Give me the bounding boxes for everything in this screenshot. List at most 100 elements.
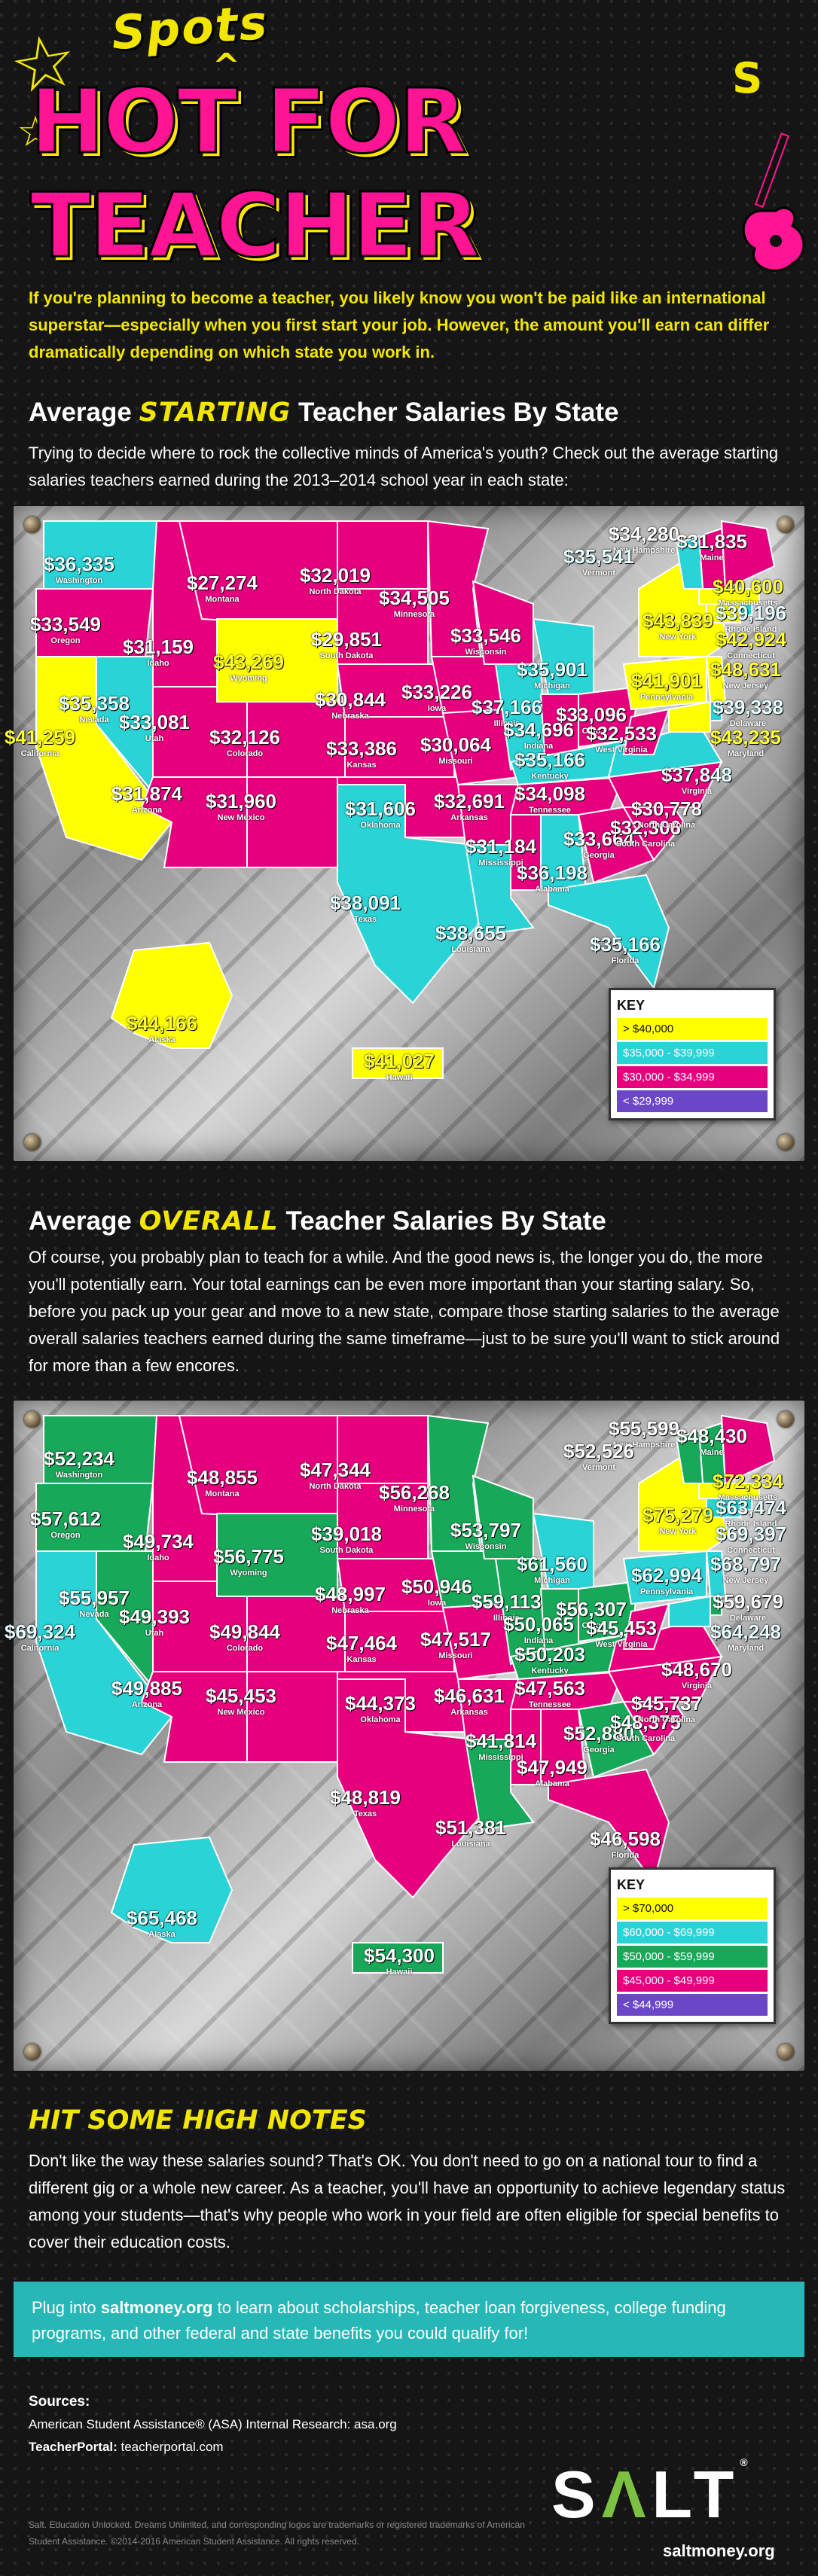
bolt-icon	[777, 2044, 794, 2060]
salary-value: $41,027	[364, 1050, 435, 1072]
state-label-arizona: $49,885 Arizona	[111, 1677, 182, 1709]
salary-value: $40,600	[713, 575, 783, 598]
state-name: Louisiana	[451, 945, 490, 954]
salary-value: $45,737	[631, 1692, 702, 1715]
state-label-vermont: $35,541 Vermont	[563, 545, 634, 578]
overall-text: Of course, you probably plan to teach fo…	[29, 1248, 780, 1375]
state-name: New York	[659, 633, 697, 642]
state-label-connecticut: $69,397 Connecticut	[716, 1523, 786, 1555]
starting-title-c: Teacher Salaries By State	[291, 398, 619, 427]
salary-value: $43,839	[642, 609, 713, 632]
state-label-california: $41,259 California	[5, 726, 75, 758]
state-label-wisconsin: $53,797 Wisconsin	[450, 1519, 521, 1551]
salary-value: $46,631	[434, 1684, 505, 1707]
salary-value: $72,334	[713, 1470, 783, 1492]
state-name: Washington	[55, 1471, 103, 1480]
salt-logo: SΛLT®	[551, 2456, 748, 2533]
salary-value: $31,184	[465, 835, 536, 858]
salary-value: $43,235	[710, 726, 781, 748]
state-name: West Virginia	[595, 1640, 648, 1649]
state-name: Oklahoma	[360, 1715, 401, 1724]
state-label-pennsylvania: $62,994 Pennsylvania	[631, 1564, 702, 1596]
salary-value: $29,851	[311, 628, 382, 651]
salary-value: $69,397	[716, 1523, 786, 1545]
state-label-west-virginia: $45,453 West Virginia	[586, 1617, 657, 1649]
source-teacherportal-label: TeacherPortal:	[29, 2440, 118, 2454]
salary-value: $47,949	[517, 1756, 588, 1779]
key-title: KEY	[617, 998, 646, 1013]
page-title: HOT FOR TEACHER	[29, 69, 481, 279]
state-name: Idaho	[147, 1553, 169, 1562]
state-name: California	[20, 1644, 60, 1653]
state-name: Alabama	[535, 885, 569, 894]
state-shape-maryland	[668, 700, 711, 733]
salary-value: $31,606	[345, 797, 416, 820]
intro-text: If you're planning to become a teacher, …	[29, 288, 770, 361]
salary-value: $45,453	[206, 1684, 276, 1707]
bolt-icon	[24, 1134, 41, 1151]
bolt-icon	[777, 1134, 794, 1151]
state-label-north-carolina: $30,778 North Carolina	[631, 797, 702, 830]
state-name: Florida	[611, 956, 639, 965]
salary-value: $47,344	[300, 1459, 371, 1481]
salary-value: $52,526	[563, 1440, 634, 1462]
state-name: New Mexico	[217, 1708, 265, 1717]
state-name: Minnesota	[393, 1504, 435, 1514]
state-label-missouri: $47,517 Missouri	[420, 1628, 491, 1660]
salary-value: $56,775	[213, 1545, 284, 1568]
starting-title-accent: STARTING	[139, 398, 291, 428]
salary-value: $33,549	[30, 613, 101, 636]
salary-value: $62,994	[631, 1564, 702, 1587]
sources: Sources: American Student Assistance® (A…	[29, 2391, 496, 2459]
source-teacherportal-url: teacherportal.com	[117, 2440, 224, 2454]
site-link[interactable]: saltmoney.org	[663, 2541, 775, 2561]
state-label-wyoming: $43,269 Wyoming	[213, 651, 284, 683]
key-title: KEY	[617, 1877, 646, 1892]
salary-value: $50,203	[514, 1643, 585, 1666]
state-name: Virginia	[681, 787, 713, 796]
state-label-montana: $48,855 Montana	[187, 1466, 258, 1498]
salary-value: $57,612	[30, 1507, 101, 1530]
salary-value: $32,019	[300, 564, 371, 587]
sources-title: Sources:	[29, 2394, 90, 2410]
logo-tm: ®	[740, 2456, 748, 2468]
state-label-alabama: $36,198 Alabama	[517, 861, 588, 894]
salary-value: $49,393	[119, 1605, 190, 1628]
state-label-new-york: $75,279 New York	[642, 1504, 713, 1536]
state-name: Virginia	[681, 1681, 713, 1690]
salary-value: $34,505	[379, 587, 450, 609]
state-label-north-dakota: $47,344 North Dakota	[300, 1459, 371, 1491]
notes-title: HIT SOME HIGH NOTES	[29, 2105, 367, 2135]
salary-value: $68,797	[710, 1553, 781, 1575]
state-name: California	[20, 749, 60, 758]
salary-value: $59,113	[472, 1590, 542, 1613]
salary-value: $31,874	[111, 782, 182, 805]
state-label-new-jersey: $48,631 New Jersey	[710, 658, 781, 690]
state-name: Pennsylvania	[639, 1587, 694, 1596]
state-name: Tennessee	[528, 806, 572, 815]
saltmoney-link[interactable]: saltmoney.org	[101, 2298, 213, 2317]
state-label-michigan: $61,560 Michigan	[517, 1553, 588, 1585]
state-label-new-mexico: $31,960 New Mexico	[206, 790, 276, 822]
salary-value: $38,655	[435, 922, 506, 944]
salary-value: $53,797	[450, 1519, 521, 1541]
key-item: < $29,999	[617, 1090, 768, 1112]
salary-value: $61,560	[517, 1553, 588, 1575]
key-item: $35,000 - $39,999	[617, 1042, 768, 1064]
state-label-oregon: $57,612 Oregon	[30, 1507, 101, 1540]
state-name: Utah	[145, 734, 164, 743]
salary-value: $34,280	[609, 523, 679, 545]
state-name: Florida	[611, 1851, 639, 1860]
state-name: Iowa	[427, 704, 447, 713]
salary-value: $55,599	[609, 1417, 679, 1440]
source-asa[interactable]: American Student Assistance® (ASA) Inter…	[29, 2413, 496, 2436]
state-name: Colorado	[226, 1644, 264, 1653]
salary-value: $48,430	[676, 1425, 747, 1447]
state-label-kansas: $47,464 Kansas	[326, 1632, 397, 1664]
state-label-alaska: $65,468 Alaska	[127, 1907, 197, 1939]
state-name: Texas	[353, 1809, 377, 1818]
state-name: Idaho	[147, 659, 169, 668]
state-name: Maryland	[727, 1644, 765, 1653]
salary-value: $46,598	[590, 1828, 661, 1850]
source-teacherportal[interactable]: TeacherPortal: teacherportal.com	[29, 2436, 496, 2459]
